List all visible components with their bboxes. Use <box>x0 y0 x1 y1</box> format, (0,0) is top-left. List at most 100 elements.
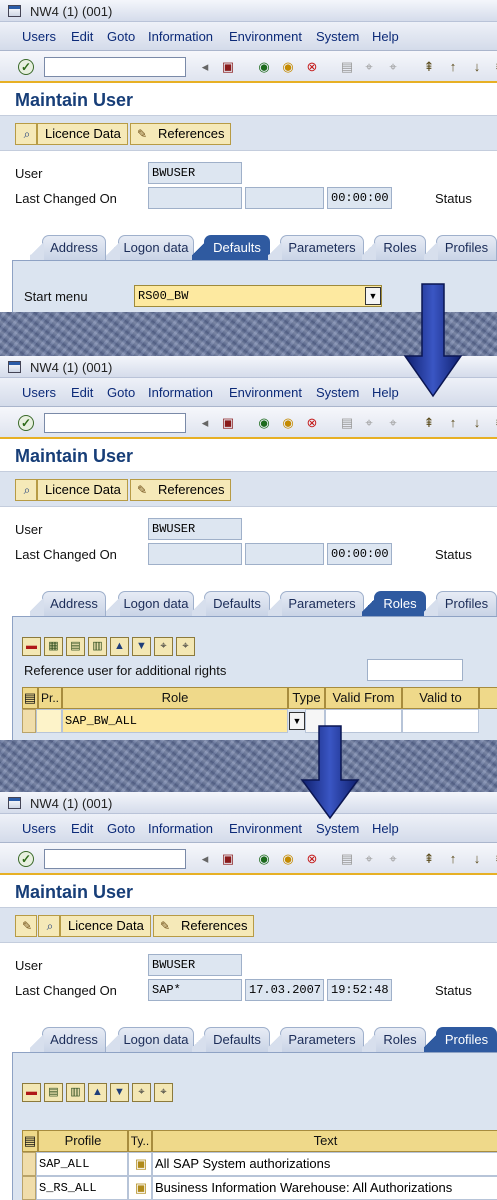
tab-defaults[interactable]: Defaults <box>192 235 270 261</box>
previous-page-icon[interactable]: ↑ <box>444 58 462 76</box>
back-icon[interactable]: ◉ <box>255 414 273 432</box>
tab-parameters[interactable]: Parameters <box>268 1027 364 1053</box>
menu-edit[interactable]: Edit <box>71 385 93 400</box>
enter-check-icon[interactable]: ✓ <box>18 415 34 431</box>
find-icon[interactable]: ⌖ <box>360 414 378 432</box>
command-field[interactable] <box>44 57 186 77</box>
menu-environment[interactable]: Environment <box>229 385 302 400</box>
menu-edit[interactable]: Edit <box>71 821 93 836</box>
find-next-icon[interactable]: ⌖ <box>384 58 402 76</box>
command-field[interactable] <box>44 413 186 433</box>
exit-icon[interactable]: ◉ <box>279 414 297 432</box>
tab-logon-data[interactable]: Logon data <box>106 235 194 261</box>
menu-system[interactable]: System <box>316 821 359 836</box>
insert-row-icon[interactable]: ▦ <box>44 637 63 656</box>
back-icon[interactable]: ◉ <box>255 58 273 76</box>
tab-roles[interactable]: Roles <box>362 235 426 261</box>
chevron-down-icon[interactable]: ▼ <box>365 287 381 305</box>
col-role[interactable]: Role <box>62 687 288 709</box>
row-selector[interactable] <box>22 1176 36 1200</box>
menu-edit[interactable]: Edit <box>71 29 93 44</box>
exit-icon[interactable]: ◉ <box>279 58 297 76</box>
enter-check-icon[interactable]: ✓ <box>18 851 34 867</box>
col-type[interactable]: Ty.. <box>128 1130 152 1152</box>
col-profile[interactable]: Profile <box>38 1130 128 1152</box>
licence-data-button[interactable]: Licence Data <box>60 915 151 937</box>
tab-address[interactable]: Address <box>30 1027 106 1053</box>
first-page-icon[interactable]: ⇞ <box>420 414 438 432</box>
menu-goto[interactable]: Goto <box>107 385 135 400</box>
select-all-icon[interactable]: ▤ <box>44 1083 63 1102</box>
tab-parameters[interactable]: Parameters <box>268 591 364 617</box>
display-change-button[interactable]: ⌕ <box>15 479 37 501</box>
tab-profiles[interactable]: Profiles <box>424 591 497 617</box>
menu-help[interactable]: Help <box>372 385 399 400</box>
find-icon[interactable]: ⌖ <box>360 58 378 76</box>
first-page-icon[interactable]: ⇞ <box>420 58 438 76</box>
role-cell[interactable]: SAP_BW_ALL <box>62 709 288 733</box>
find-next-icon[interactable]: ⌖ <box>384 850 402 868</box>
menu-users[interactable]: Users <box>22 385 56 400</box>
col-pr[interactable]: Pr.. <box>38 687 62 709</box>
tab-address[interactable]: Address <box>30 235 106 261</box>
start-menu-field[interactable]: RS00_BW <box>134 285 382 307</box>
deselect-all-icon[interactable]: ▥ <box>88 637 107 656</box>
tab-address[interactable]: Address <box>30 591 106 617</box>
save-icon[interactable]: ▣ <box>219 414 237 432</box>
last-page-icon[interactable]: ⇟ <box>490 850 497 868</box>
menu-users[interactable]: Users <box>22 821 56 836</box>
display-change-button[interactable]: ⌕ <box>38 915 60 937</box>
col-valid-from[interactable]: Valid From <box>325 687 402 709</box>
menu-information[interactable]: Information <box>148 821 213 836</box>
find-next-icon[interactable]: ⌖ <box>176 637 195 656</box>
reference-user-field[interactable] <box>367 659 463 681</box>
command-history-icon[interactable]: ◂ <box>196 414 214 432</box>
delete-row-icon[interactable]: ▬ <box>22 637 41 656</box>
menu-environment[interactable]: Environment <box>229 821 302 836</box>
menu-system[interactable]: System <box>316 29 359 44</box>
references-button[interactable]: ✎ References <box>130 479 232 501</box>
menu-information[interactable]: Information <box>148 29 213 44</box>
previous-page-icon[interactable]: ↑ <box>444 414 462 432</box>
filter-icon[interactable]: ▼ <box>110 1083 129 1102</box>
licence-data-button[interactable]: Licence Data <box>37 123 128 145</box>
tab-defaults[interactable]: Defaults <box>192 591 270 617</box>
tab-profiles[interactable]: Profiles <box>424 235 497 261</box>
references-button[interactable]: ✎ References <box>153 915 255 937</box>
back-icon[interactable]: ◉ <box>255 850 273 868</box>
tab-profiles[interactable]: Profiles <box>424 1027 497 1053</box>
filter-icon[interactable]: ▼ <box>132 637 151 656</box>
next-page-icon[interactable]: ↓ <box>468 850 486 868</box>
command-history-icon[interactable]: ◂ <box>196 850 214 868</box>
profile-cell[interactable]: SAP_ALL <box>36 1152 128 1176</box>
last-page-icon[interactable]: ⇟ <box>490 414 497 432</box>
last-page-icon[interactable]: ⇟ <box>490 58 497 76</box>
enter-check-icon[interactable]: ✓ <box>18 59 34 75</box>
table-config-icon[interactable]: ▤ <box>22 687 38 709</box>
menu-system[interactable]: System <box>316 385 359 400</box>
tab-logon-data[interactable]: Logon data <box>106 1027 194 1053</box>
find-icon[interactable]: ⌖ <box>154 637 173 656</box>
licence-data-button[interactable]: Licence Data <box>37 479 128 501</box>
find-icon[interactable]: ⌖ <box>132 1083 151 1102</box>
save-icon[interactable]: ▣ <box>219 850 237 868</box>
command-history-icon[interactable]: ◂ <box>196 58 214 76</box>
tab-logon-data[interactable]: Logon data <box>106 591 194 617</box>
cancel-icon[interactable]: ⊗ <box>303 414 321 432</box>
command-field[interactable] <box>44 849 186 869</box>
display-change-button[interactable]: ⌕ <box>15 123 37 145</box>
next-page-icon[interactable]: ↓ <box>468 414 486 432</box>
menu-information[interactable]: Information <box>148 385 213 400</box>
row-selector[interactable] <box>22 709 36 733</box>
col-type[interactable]: Type <box>288 687 325 709</box>
menu-help[interactable]: Help <box>372 821 399 836</box>
cancel-icon[interactable]: ⊗ <box>303 58 321 76</box>
find-next-icon[interactable]: ⌖ <box>384 414 402 432</box>
print-icon[interactable]: ▤ <box>338 414 356 432</box>
print-icon[interactable]: ▤ <box>338 850 356 868</box>
menu-users[interactable]: Users <box>22 29 56 44</box>
first-page-icon[interactable]: ⇞ <box>420 850 438 868</box>
exit-icon[interactable]: ◉ <box>279 850 297 868</box>
table-config-icon[interactable]: ▤ <box>22 1130 38 1152</box>
user-field[interactable]: BWUSER <box>148 954 242 976</box>
